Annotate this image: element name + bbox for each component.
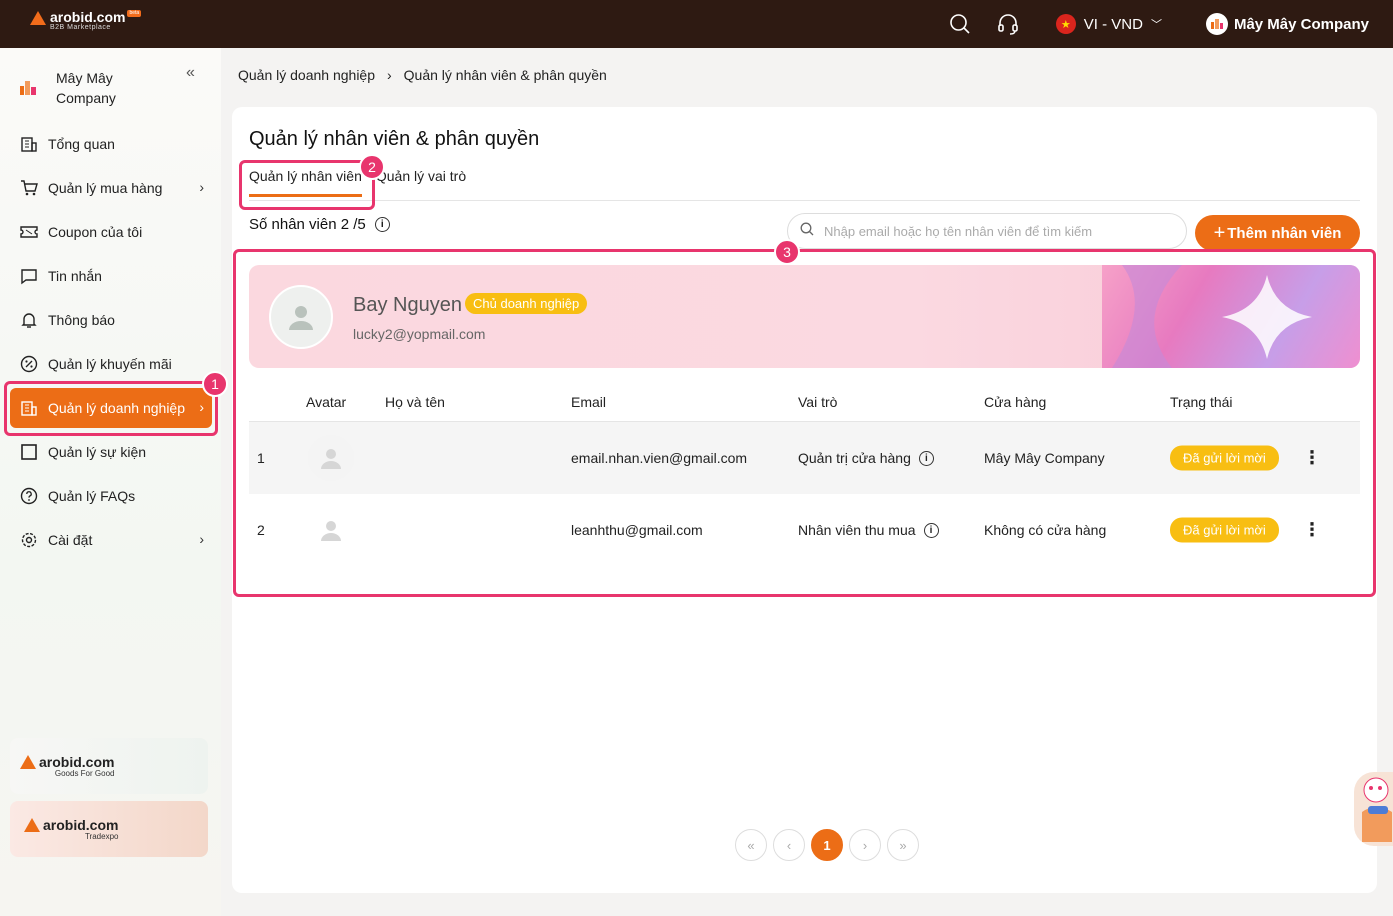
sidebar-item-label: Coupon của tôi bbox=[48, 224, 143, 240]
highlight-box-1 bbox=[4, 381, 218, 436]
employee-count-label: Số nhân viên 2 /5 bbox=[249, 216, 366, 233]
sidebar-item-events[interactable]: Quản lý sự kiện bbox=[10, 432, 212, 472]
sidebar-company-name: Mây Mây Company bbox=[56, 70, 116, 106]
tab-divider bbox=[249, 200, 1360, 201]
logo-name: arobid.com bbox=[50, 9, 126, 25]
tab-roles[interactable]: Quản lý vai trò bbox=[376, 168, 466, 197]
annotation-badge-2: 2 bbox=[359, 154, 385, 180]
company-name: Mây Mây Company bbox=[1233, 15, 1369, 33]
company-avatar bbox=[1205, 13, 1228, 35]
settings-icon bbox=[20, 531, 38, 549]
cart-icon bbox=[20, 179, 38, 197]
logo-sub: B2B Marketplace bbox=[50, 24, 111, 31]
sidebar-item-faqs[interactable]: Quản lý FAQs bbox=[10, 476, 212, 516]
chatbot-mascot-icon[interactable] bbox=[1354, 772, 1393, 846]
sidebar-item-label: Tin nhắn bbox=[48, 268, 102, 284]
headset-icon[interactable] bbox=[996, 12, 1020, 36]
prev-page-icon[interactable]: ‹ bbox=[773, 829, 805, 861]
sidebar-item-purchases[interactable]: Quản lý mua hàng › bbox=[10, 168, 212, 208]
sidebar-item-coupon[interactable]: Coupon của tôi bbox=[10, 212, 212, 252]
page-number[interactable]: 1 bbox=[811, 829, 843, 861]
message-icon bbox=[20, 267, 38, 285]
promo-title: arobid.com bbox=[43, 816, 119, 833]
first-page-icon[interactable]: « bbox=[735, 829, 767, 861]
annotation-badge-1: 1 bbox=[202, 371, 228, 397]
search-box[interactable] bbox=[787, 213, 1187, 249]
bell-icon bbox=[20, 311, 38, 329]
sidebar-item-label: Cài đặt bbox=[48, 532, 93, 548]
chevron-right-icon: › bbox=[199, 531, 204, 547]
breadcrumb: Quản lý doanh nghiệp › Quản lý nhân viên… bbox=[238, 67, 607, 83]
breadcrumb-item[interactable]: Quản lý doanh nghiệp bbox=[238, 67, 375, 83]
promo-sub: Goods For Good bbox=[54, 768, 115, 778]
page-title: Quản lý nhân viên & phân quyền bbox=[249, 128, 540, 150]
sidebar-item-label: Thông báo bbox=[48, 312, 115, 328]
highlight-box-3 bbox=[233, 249, 1376, 597]
logo-triangle-icon bbox=[30, 11, 46, 25]
chevron-right-icon: › bbox=[199, 179, 204, 195]
sidebar-item-label: Quản lý mua hàng bbox=[48, 180, 163, 196]
collapse-sidebar-icon[interactable]: « bbox=[186, 64, 195, 82]
next-page-icon[interactable]: › bbox=[849, 829, 881, 861]
top-bar: arobid.com B2B Marketplace beta ★ VI - V… bbox=[0, 0, 1393, 48]
annotation-badge-3: 3 bbox=[774, 239, 800, 265]
sidebar-item-promotions[interactable]: Quản lý khuyến mãi bbox=[10, 344, 212, 384]
arobid-logo[interactable]: arobid.com B2B Marketplace beta bbox=[30, 9, 142, 32]
search-input[interactable] bbox=[824, 223, 1164, 239]
sidebar-item-settings[interactable]: Cài đặt › bbox=[10, 520, 212, 560]
sidebar-item-overview[interactable]: Tổng quan bbox=[10, 124, 212, 164]
last-page-icon[interactable]: » bbox=[887, 829, 919, 861]
promo-title: arobid.com bbox=[39, 753, 115, 770]
promo-sub: Tradexpo bbox=[84, 831, 119, 841]
building-icon bbox=[20, 135, 38, 153]
company-menu[interactable]: Mây Mây Company bbox=[1205, 13, 1369, 35]
language-label: VI - VND bbox=[1083, 15, 1143, 33]
sidebar-item-label: Quản lý FAQs bbox=[48, 488, 136, 504]
logo-triangle-icon bbox=[24, 817, 40, 832]
sidebar-item-notifications[interactable]: Thông báo bbox=[10, 300, 212, 340]
search-icon bbox=[800, 222, 814, 241]
employee-count: Số nhân viên 2 /5 i bbox=[249, 216, 390, 233]
question-icon bbox=[20, 487, 38, 505]
event-icon bbox=[20, 443, 38, 461]
breadcrumb-current: Quản lý nhân viên & phân quyền bbox=[403, 67, 607, 83]
company-logo-icon bbox=[20, 81, 36, 95]
sidebar-item-messages[interactable]: Tin nhắn bbox=[10, 256, 212, 296]
info-icon[interactable]: i bbox=[374, 217, 390, 232]
sidebar-item-label: Tổng quan bbox=[48, 136, 115, 152]
pagination: « ‹ 1 › » bbox=[735, 829, 925, 861]
search-icon[interactable] bbox=[948, 12, 972, 36]
add-employee-label: Thêm nhân viên bbox=[1227, 224, 1342, 242]
chevron-right-icon: › bbox=[387, 67, 392, 83]
add-employee-button[interactable]: + Thêm nhân viên bbox=[1195, 215, 1360, 251]
sidebar-item-label: Quản lý sự kiện bbox=[48, 444, 147, 460]
plus-icon: + bbox=[1213, 221, 1226, 244]
chevron-down-icon: ﹀ bbox=[1150, 19, 1162, 31]
highlight-box-2 bbox=[239, 160, 375, 210]
logo-triangle-icon bbox=[20, 754, 36, 769]
percent-icon bbox=[20, 355, 38, 373]
beta-badge: beta bbox=[127, 10, 142, 17]
promo-goods-for-good[interactable]: arobid.com Goods For Good bbox=[10, 738, 208, 794]
language-selector[interactable]: ★ VI - VND ﹀ bbox=[1055, 14, 1162, 34]
coupon-icon bbox=[20, 223, 38, 241]
sidebar-company: Mây Mây Company bbox=[20, 68, 210, 108]
vietnam-flag-icon: ★ bbox=[1055, 14, 1076, 34]
sidebar-item-label: Quản lý khuyến mãi bbox=[48, 356, 172, 372]
promo-tradexpo[interactable]: arobid.com Tradexpo bbox=[10, 801, 208, 857]
